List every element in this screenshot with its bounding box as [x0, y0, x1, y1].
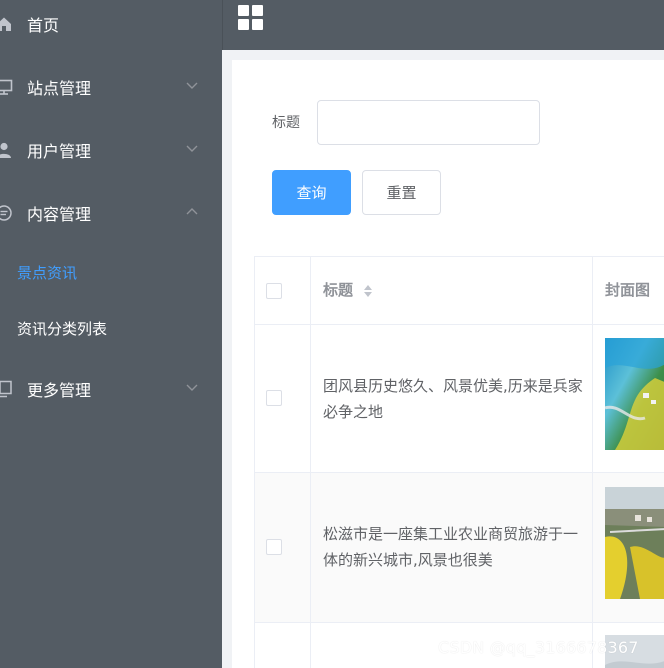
menu-item-more-management[interactable]: 更多管理: [0, 361, 222, 417]
menu-item-content-management[interactable]: 内容管理: [0, 185, 222, 241]
query-button[interactable]: 查询: [272, 170, 351, 215]
sort-caret-icon[interactable]: [363, 283, 373, 299]
menu-item-user-management[interactable]: 用户管理: [0, 122, 222, 178]
chevron-up-icon: [186, 208, 198, 215]
watermark-text: CSDN @qq_3166678367: [438, 638, 639, 657]
column-divider: [310, 257, 311, 668]
content-panel: 标题 查询 重置 标题 封面图 团风县历史悠久、风景优美,历来是兵家必争之地 松…: [232, 60, 664, 668]
row-title: 团风县历史悠久、风景优美,历来是兵家必争之地: [323, 377, 583, 421]
cover-thumbnail: [605, 487, 664, 599]
menu-label-user-management: 用户管理: [27, 142, 92, 161]
sidebar: 首页 站点管理 用户管理 内容管理 景点资讯 资讯分类列表 更多管理: [0, 0, 222, 668]
submenu-label-news-category-list: 资讯分类列表: [17, 319, 108, 338]
table-row: 团风县历史悠久、风景优美,历来是兵家必争之地: [255, 325, 664, 473]
select-all-checkbox[interactable]: [266, 283, 282, 299]
row-checkbox[interactable]: [266, 539, 282, 555]
chevron-down-icon: [186, 82, 198, 89]
table-header-row: 标题 封面图: [255, 257, 664, 325]
cover-thumbnail: [605, 338, 664, 450]
menu-label-more-management: 更多管理: [27, 381, 92, 400]
title-filter-label: 标题: [272, 115, 300, 131]
row-title: 松滋市是一座集工业农业商贸旅游于一体的新兴城市,风景也很美: [323, 525, 579, 569]
data-table: 标题 封面图 团风县历史悠久、风景优美,历来是兵家必争之地 松滋市是一座集工业农…: [254, 256, 664, 668]
submenu-item-scenic-news[interactable]: 景点资讯: [0, 247, 222, 297]
monitor-icon: [0, 77, 14, 97]
column-divider: [592, 257, 593, 668]
menu-label-home: 首页: [27, 16, 60, 35]
column-header-cover: 封面图: [605, 281, 651, 299]
submenu-item-news-category-list[interactable]: 资讯分类列表: [0, 303, 222, 353]
reset-button[interactable]: 重置: [362, 170, 441, 215]
title-filter-input[interactable]: [317, 100, 540, 145]
chevron-down-icon: [186, 384, 198, 391]
row-checkbox[interactable]: [266, 390, 282, 406]
menu-label-content-management: 内容管理: [27, 205, 92, 224]
menu-label-site-management: 站点管理: [27, 79, 92, 98]
user-icon: [0, 140, 14, 160]
home-icon: [0, 14, 14, 34]
grid-menu-icon[interactable]: [238, 5, 264, 31]
submenu-label-scenic-news: 景点资讯: [17, 263, 78, 282]
menu-item-site-management[interactable]: 站点管理: [0, 59, 222, 115]
copy-icon: [0, 379, 14, 399]
message-icon: [0, 203, 14, 223]
top-bar: [222, 0, 664, 50]
column-header-title[interactable]: 标题: [323, 279, 353, 300]
chevron-down-icon: [186, 145, 198, 152]
menu-item-home[interactable]: 首页: [0, 0, 222, 52]
table-row: 松滋市是一座集工业农业商贸旅游于一体的新兴城市,风景也很美: [255, 473, 664, 623]
